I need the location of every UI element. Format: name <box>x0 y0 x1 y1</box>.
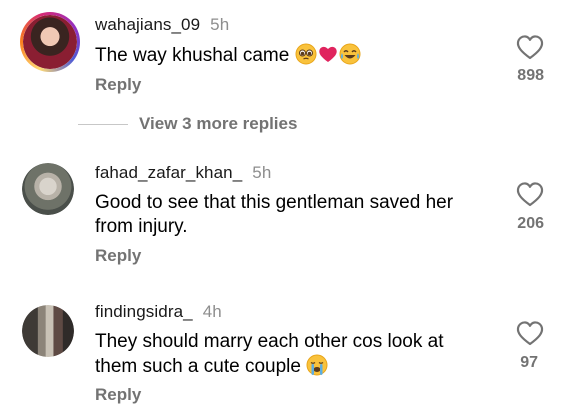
username-text[interactable]: wahajians_09 <box>95 15 200 34</box>
like-button[interactable] <box>515 180 545 208</box>
like-button[interactable] <box>515 319 545 347</box>
username-text[interactable]: findingsidra_ <box>95 302 193 321</box>
view-more-replies-label[interactable]: View 3 more replies <box>139 114 297 134</box>
avatar[interactable] <box>22 163 74 215</box>
tears-of-joy-emoji <box>339 43 361 72</box>
replies-divider <box>78 124 128 125</box>
pleading-face-emoji <box>295 43 317 72</box>
comment-username[interactable]: findingsidra_ 4h <box>95 302 222 322</box>
avatar[interactable] <box>22 305 74 357</box>
like-count: 97 <box>520 354 538 371</box>
comment-text-line: Good to see that this gentleman saved he… <box>95 192 454 213</box>
comment-time: 5h <box>210 15 230 34</box>
heart-icon <box>516 35 544 60</box>
reply-button[interactable]: Reply <box>95 385 141 405</box>
heart-icon <box>516 321 544 346</box>
comment-text: They should marry each other cos look at… <box>95 330 444 383</box>
username-text[interactable]: fahad_zafar_khan_ <box>95 163 242 182</box>
comment-username[interactable]: fahad_zafar_khan_ 5h <box>95 163 271 183</box>
comment-text-line: They should marry each other cos look at <box>95 331 444 352</box>
comment-text: The way khushal came <box>95 43 361 72</box>
heart-icon <box>516 182 544 207</box>
like-count: 898 <box>517 67 544 84</box>
reply-button[interactable]: Reply <box>95 246 141 266</box>
comment-text-line-wrap: them such a cute couple <box>95 354 444 383</box>
comment-text-line: them such a cute couple <box>95 356 301 377</box>
comment-username[interactable]: wahajians_09 5h <box>95 15 229 35</box>
comment-time: 4h <box>202 302 222 321</box>
comment-text-line: from injury. <box>95 216 188 237</box>
reply-button[interactable]: Reply <box>95 75 141 95</box>
loudly-crying-face-emoji <box>306 354 328 383</box>
comment-text: Good to see that this gentleman saved he… <box>95 191 453 239</box>
comment-time: 5h <box>252 163 272 182</box>
avatar[interactable] <box>20 12 80 72</box>
red-heart-emoji <box>317 43 339 72</box>
comment-text-content: The way khushal came <box>95 45 290 66</box>
like-button[interactable] <box>515 33 545 61</box>
like-count: 206 <box>517 215 544 232</box>
